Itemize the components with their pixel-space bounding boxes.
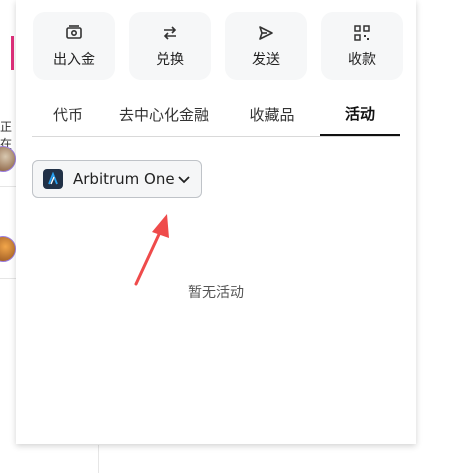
send-label: 发送 — [252, 52, 280, 68]
send-icon — [259, 26, 273, 40]
buy-sell-button[interactable]: 出入金 — [33, 12, 115, 80]
arbitrum-logo-icon — [43, 169, 63, 189]
network-selector[interactable]: Arbitrum One — [32, 160, 202, 198]
tab-activity[interactable]: 活动 — [320, 92, 400, 136]
buy-sell-label: 出入金 — [53, 52, 95, 68]
swap-icon — [163, 26, 177, 40]
wallet-panel: 出入金 兑换 发送 收款 代币 去中心化金融 收藏品 活动 Arbitrum O… — [16, 0, 416, 444]
wallet-icon — [66, 25, 82, 39]
tab-collectibles[interactable]: 收藏品 — [224, 92, 320, 136]
action-bar: 出入金 兑换 发送 收款 — [33, 12, 403, 80]
network-name: Arbitrum One — [73, 170, 175, 188]
background-divider — [98, 445, 99, 473]
send-button[interactable]: 发送 — [225, 12, 307, 80]
swap-label: 兑换 — [156, 52, 184, 68]
tab-defi[interactable]: 去中心化金融 — [104, 92, 224, 136]
receive-button[interactable]: 收款 — [321, 12, 403, 80]
background-avatar — [0, 236, 16, 262]
asset-tabs: 代币 去中心化金融 收藏品 活动 — [32, 92, 400, 137]
activity-empty-state: 暂无活动 — [188, 285, 244, 301]
qr-code-icon — [354, 25, 370, 41]
annotation-arrow — [134, 214, 169, 286]
chevron-down-icon — [178, 176, 190, 184]
background-accent-bar — [11, 36, 14, 70]
swap-button[interactable]: 兑换 — [129, 12, 211, 80]
tab-tokens[interactable]: 代币 — [32, 92, 104, 136]
receive-label: 收款 — [348, 52, 376, 68]
